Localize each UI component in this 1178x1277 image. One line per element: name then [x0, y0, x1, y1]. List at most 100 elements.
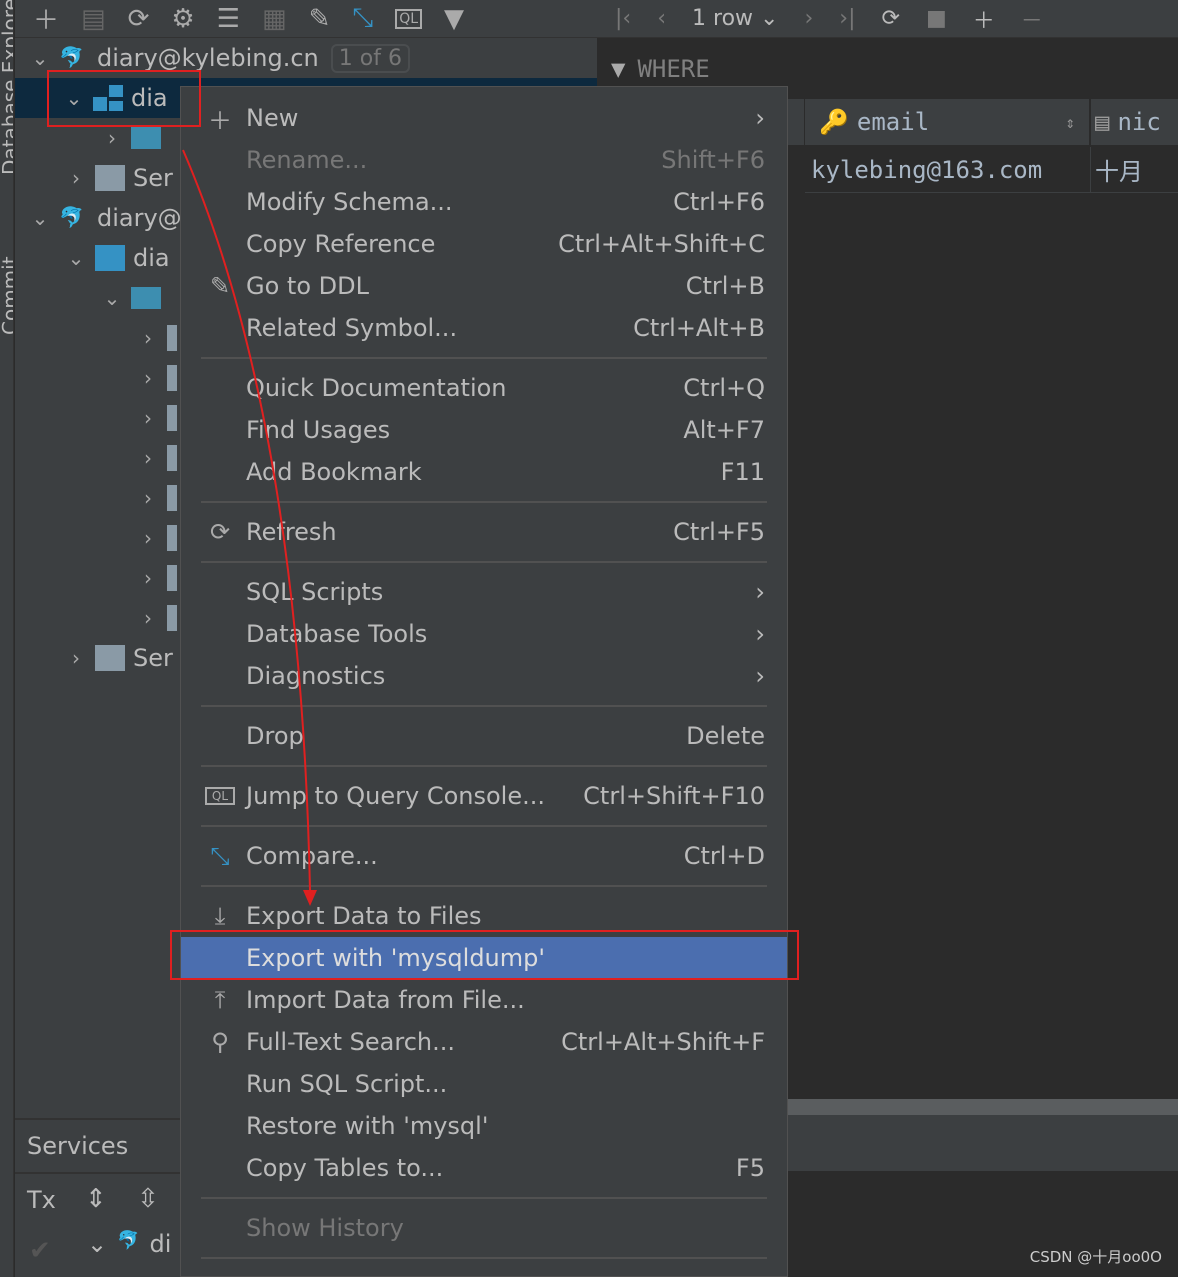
data-source-tools-icon[interactable]: ⚙ [171, 4, 194, 34]
menu-item-refresh[interactable]: ⟳ Refresh Ctrl+F5 [181, 511, 787, 553]
table-icon[interactable]: ▦ [262, 4, 287, 34]
chevron-right-icon[interactable]: › [137, 606, 159, 630]
chevron-right-icon[interactable]: › [101, 126, 123, 150]
tree-node-schema[interactable]: ⌄ dia [65, 238, 170, 278]
next-page-icon[interactable]: › [804, 6, 813, 31]
first-page-icon[interactable]: |‹ [615, 6, 631, 31]
console-icon[interactable]: QL [395, 8, 423, 29]
tree-node-table[interactable]: › [137, 398, 185, 438]
tx-mode-button[interactable]: Tx [27, 1186, 56, 1214]
tree-node-table[interactable]: › [137, 518, 185, 558]
tree-node-table[interactable]: › [137, 438, 185, 478]
menu-item-diagnostics[interactable]: Diagnostics › [181, 655, 787, 697]
menu-item-export-with-mysqldump[interactable]: Export with 'mysqldump' [181, 937, 787, 979]
menu-item-label: Full-Text Search... [246, 1028, 456, 1056]
compare-icon[interactable]: ⤡ [352, 3, 373, 34]
tree-node-server-objects[interactable]: › Ser [65, 158, 173, 198]
chevron-right-icon[interactable]: › [65, 646, 87, 670]
plus-icon: ＋ [208, 106, 232, 135]
menu-item-rename[interactable]: Rename... Shift+F6 [181, 139, 787, 181]
add-row-icon[interactable]: ＋ [973, 3, 995, 35]
tree-node-folder[interactable]: ⌄ [101, 278, 169, 318]
menu-item-compare[interactable]: ⤡ Compare... Ctrl+D [181, 835, 787, 877]
tree-node-table[interactable]: › [137, 558, 185, 598]
menu-item-restore-with-mysql[interactable]: Restore with 'mysql' [181, 1105, 787, 1147]
last-page-icon[interactable]: ›| [839, 6, 855, 31]
tree-node-folder[interactable]: › [101, 118, 169, 158]
chevron-right-icon[interactable]: › [137, 366, 159, 390]
chevron-down-icon[interactable]: ⌄ [29, 206, 51, 230]
menu-item-copy-tables-to[interactable]: Copy Tables to... F5 [181, 1147, 787, 1189]
menu-item-find-usages[interactable]: Find Usages Alt+F7 [181, 409, 787, 451]
menu-item-sql-scripts[interactable]: SQL Scripts › [181, 571, 787, 613]
menu-item-modify-schema[interactable]: Modify Schema... Ctrl+F6 [181, 181, 787, 223]
menu-item-go-to-ddl[interactable]: ✎ Go to DDL Ctrl+B [181, 265, 787, 307]
chevron-down-icon[interactable]: ⌄ [101, 286, 123, 310]
chevron-right-icon[interactable]: › [137, 486, 159, 510]
menu-item-run-sql-script[interactable]: Run SQL Script... [181, 1063, 787, 1105]
refresh-icon[interactable]: ⟳ [882, 6, 900, 31]
menu-item-new[interactable]: ＋ New › [181, 97, 787, 139]
mysql-icon: 🐬 [117, 1230, 140, 1251]
tree-node-connection[interactable]: ⌄ 🐬 diary@kylebing.cn 1 of 6 [29, 38, 410, 78]
tree-node-server-objects[interactable]: › Ser [65, 638, 173, 678]
database-explorer-tab[interactable]: Database Explorer [0, 0, 13, 175]
chevron-right-icon[interactable]: › [137, 326, 159, 350]
download-icon: ⤓ [214, 902, 226, 930]
prev-page-icon[interactable]: ‹ [657, 6, 666, 31]
chevron-right-icon[interactable]: › [137, 406, 159, 430]
chevron-right-icon[interactable]: › [137, 566, 159, 590]
stop-icon[interactable]: ■ [926, 6, 947, 31]
tree-node-table[interactable]: › [137, 478, 185, 518]
menu-item-show-history[interactable]: Show History [181, 1207, 787, 1249]
menu-item-label: Copy Reference [246, 230, 436, 258]
edit-icon[interactable]: ✎ [309, 4, 331, 34]
horizontal-scrollbar[interactable] [788, 1099, 1178, 1115]
menu-item-jump-to-query-console[interactable]: QL Jump to Query Console... Ctrl+Shift+F10 [181, 775, 787, 817]
menu-item-copy-reference[interactable]: Copy Reference Ctrl+Alt+Shift+C [181, 223, 787, 265]
table-icon [167, 525, 177, 551]
chevron-down-icon[interactable]: ⌄ [29, 46, 51, 70]
chevron-down-icon[interactable]: ⌄ [87, 1230, 107, 1258]
chevron-down-icon[interactable]: ⌄ [63, 86, 85, 110]
tree-node-table[interactable]: › [137, 358, 185, 398]
service-node[interactable]: ⌄ 🐬 di [87, 1230, 171, 1258]
menu-item-full-text-search[interactable]: ⚲ Full-Text Search... Ctrl+Alt+Shift+F [181, 1021, 787, 1063]
chevron-right-icon[interactable]: › [137, 526, 159, 550]
menu-item-database-tools[interactable]: Database Tools › [181, 613, 787, 655]
collapse-all-icon[interactable]: ⇳ [137, 1184, 159, 1214]
plus-icon[interactable]: ＋ [33, 0, 59, 37]
grid-cell[interactable]: 十月 [1091, 147, 1178, 193]
chevron-down-icon[interactable]: ⌄ [65, 246, 87, 270]
remove-row-icon[interactable]: － [1021, 3, 1043, 35]
menu-item-add-bookmark[interactable]: Add Bookmark F11 [181, 451, 787, 493]
menu-item-export-data-to-files[interactable]: ⤓ Export Data to Files [181, 895, 787, 937]
rows-selector[interactable]: 1 row ⌄ [692, 6, 778, 31]
context-menu: ＋ New › Rename... Shift+F6 Modify Schema... Ct… [180, 86, 788, 1277]
column-header-email[interactable]: 🔑 email ⇕ [805, 99, 1090, 145]
tree-node-table[interactable]: › [137, 598, 185, 638]
sort-icon[interactable]: ⇕ [1065, 113, 1075, 132]
commit-check-icon[interactable]: ✔ [29, 1236, 51, 1266]
menu-item-related-symbol[interactable]: Related Symbol... Ctrl+Alt+B [181, 307, 787, 349]
chevron-right-icon[interactable]: › [65, 166, 87, 190]
refresh-icon[interactable]: ⟳ [128, 4, 150, 34]
tree-node-connection[interactable]: ⌄ 🐬 diary@ [29, 198, 182, 238]
filter-icon[interactable]: ▼ [611, 55, 625, 83]
commit-tab[interactable]: Commit [0, 215, 13, 335]
menu-item-quick-documentation[interactable]: Quick Documentation Ctrl+Q [181, 367, 787, 409]
menu-item-label: Related Symbol... [246, 314, 458, 342]
expand-all-icon[interactable]: ⇕ [85, 1184, 107, 1214]
tree-node-table[interactable]: › [137, 318, 185, 358]
properties-icon[interactable]: ▤ [81, 4, 106, 34]
chevron-right-icon[interactable]: › [137, 446, 159, 470]
menu-item-label: Export with 'mysqldump' [246, 944, 545, 972]
grid-cell[interactable]: kylebing@163.com [805, 147, 1091, 193]
menu-item-drop[interactable]: Drop Delete [181, 715, 787, 757]
filter-icon[interactable]: ▼ [444, 4, 464, 34]
column-header-nickname[interactable]: ▤ nic [1091, 99, 1178, 145]
menu-item-import-data-from-file[interactable]: ⤒ Import Data from File... [181, 979, 787, 1021]
menu-separator [201, 1197, 767, 1199]
menu-item-label: Database Tools [246, 620, 428, 648]
stop-db-icon[interactable]: ☰ [217, 4, 240, 34]
